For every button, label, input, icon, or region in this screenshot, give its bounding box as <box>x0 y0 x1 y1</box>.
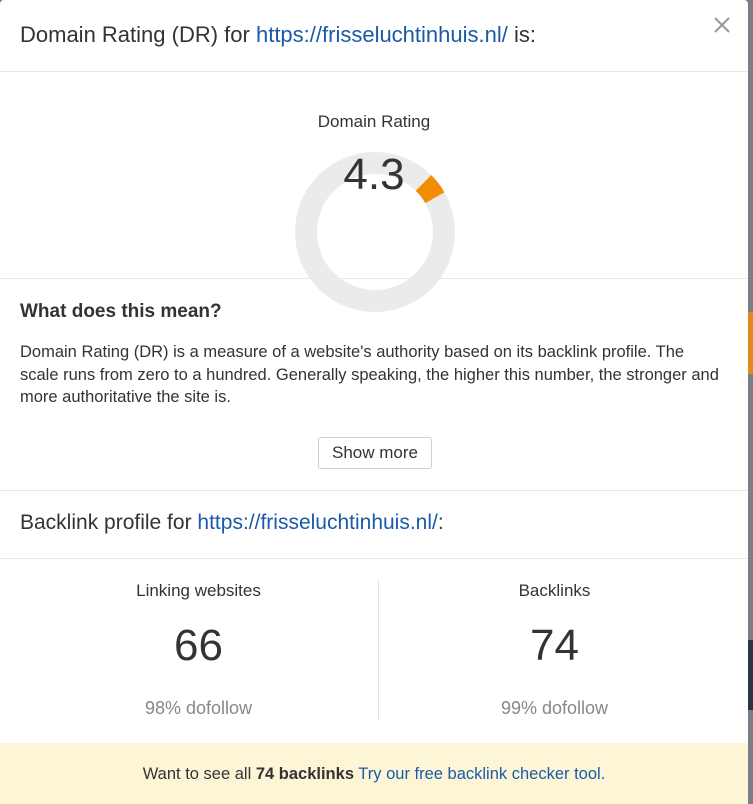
close-icon[interactable] <box>712 16 732 36</box>
backlink-heading-suffix: : <box>437 511 444 534</box>
meaning-title: What does this mean? <box>20 301 222 322</box>
meaning-section: What does this mean? Domain Rating (DR) … <box>0 279 748 491</box>
backlink-heading-prefix: Backlink profile for <box>20 511 192 534</box>
backlink-stats: Linking websites 66 98% dofollow Backlin… <box>0 559 748 742</box>
footer-backlink-count: 74 backlinks <box>255 765 354 783</box>
backlink-url-link[interactable]: https://frisseluchtinhuis.nl/ <box>197 511 437 534</box>
stat-value: 66 <box>174 621 223 670</box>
stat-dofollow: 99% dofollow <box>500 698 609 718</box>
close-icon-glyph <box>714 17 730 33</box>
show-more-button[interactable]: Show more <box>318 437 432 469</box>
meaning-text: Domain Rating (DR) is a measure of a web… <box>20 343 719 406</box>
stat-value: 74 <box>530 621 579 670</box>
stat-label: Backlinks <box>518 581 591 600</box>
modal-header: Domain Rating (DR) for https://frisseluc… <box>0 0 748 72</box>
gauge-label: Domain Rating <box>317 112 431 131</box>
stat-dofollow: 98% dofollow <box>144 698 253 718</box>
domain-rating-value: 4.3 <box>343 150 405 199</box>
domain-rating-gauge-section: Domain Rating 4.3 <box>0 72 748 312</box>
upsell-footer: Want to see all 74 backlinks Try our fre… <box>0 743 748 804</box>
footer-prefix: Want to see all <box>142 765 252 783</box>
title-prefix: Domain Rating (DR) for <box>20 22 250 47</box>
backlink-profile-heading: Backlink profile for https://frisselucht… <box>0 491 748 559</box>
stat-label: Linking websites <box>136 581 261 600</box>
modal-title: Domain Rating (DR) for https://frisseluc… <box>20 22 728 48</box>
title-suffix: is: <box>514 22 536 47</box>
background-accent-strip <box>748 312 753 374</box>
background-dark-strip <box>748 640 753 710</box>
title-url-link[interactable]: https://frisseluchtinhuis.nl/ <box>256 22 508 47</box>
domain-rating-modal: Domain Rating (DR) for https://frisseluc… <box>0 0 748 804</box>
backlink-checker-link[interactable]: Try our free backlink checker tool. <box>358 765 605 783</box>
